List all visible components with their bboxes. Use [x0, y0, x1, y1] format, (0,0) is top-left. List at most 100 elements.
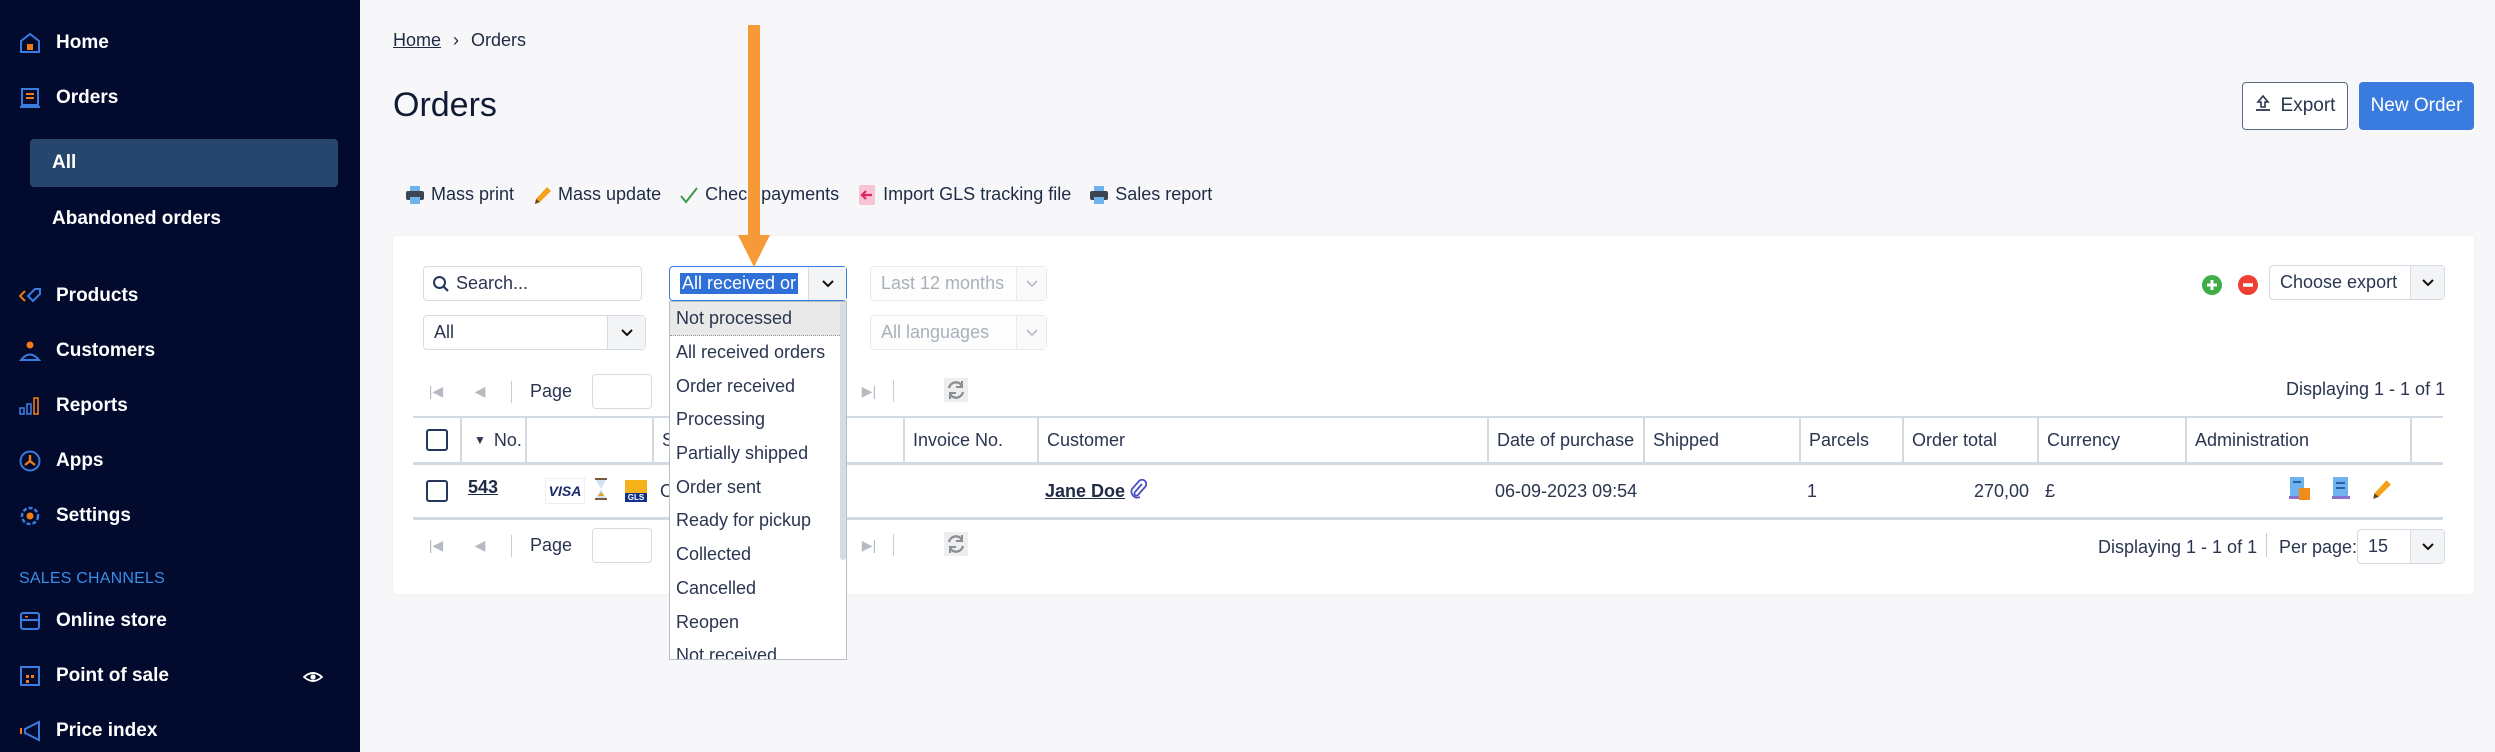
status-option[interactable]: Processing [670, 403, 846, 437]
chevron-down-icon [1016, 316, 1046, 349]
action-toolbar: Mass print Mass update Check payments Im… [405, 184, 1212, 205]
column-label: Shipped [1653, 429, 1720, 450]
customer-link[interactable]: Jane Doe [1045, 481, 1125, 502]
language-filter-select[interactable]: All languages [870, 315, 1047, 350]
column-header-customer[interactable]: Customer [1037, 418, 1487, 462]
sidebar-subitem-abandoned-orders[interactable]: Abandoned orders [30, 195, 338, 243]
edit-pencil-icon[interactable] [2370, 478, 2392, 505]
sidebar-item-home[interactable]: Home [18, 23, 109, 63]
status-option[interactable]: Partially shipped [670, 437, 846, 471]
row-checkbox-cell [413, 465, 460, 517]
status-option[interactable]: All received orders [670, 336, 846, 370]
first-page-icon[interactable]: |◀ [423, 533, 449, 559]
pager-divider [893, 534, 894, 556]
sidebar-item-customers[interactable]: Customers [18, 331, 155, 371]
sidebar-item-point-of-sale[interactable]: Point of sale [18, 656, 169, 696]
per-page-select[interactable]: 15 [2357, 529, 2445, 564]
sidebar-item-label: Price index [56, 720, 158, 741]
pencil-icon [532, 185, 552, 205]
choose-export-select[interactable]: Choose export [2269, 265, 2445, 300]
period-filter-select[interactable]: Last 12 months [870, 266, 1047, 301]
eye-icon[interactable] [302, 667, 324, 687]
sidebar-subitem-label: Abandoned orders [52, 208, 221, 229]
order-number-link[interactable]: 543 [468, 477, 498, 498]
status-filter-select[interactable]: All received or [669, 266, 847, 301]
sidebar-item-online-store[interactable]: Online store [18, 601, 167, 641]
export-button-label: Export [2280, 95, 2336, 116]
sidebar-item-label: Apps [56, 450, 104, 471]
per-page-value: 15 [2368, 536, 2389, 556]
column-header-currency[interactable]: Currency [2037, 418, 2185, 462]
select-all-checkbox[interactable] [425, 429, 448, 451]
add-export-icon[interactable] [2201, 274, 2223, 301]
breadcrumb-home-link[interactable]: Home [393, 30, 441, 51]
refresh-icon[interactable] [944, 532, 968, 561]
choose-export-value: Choose export [2280, 272, 2398, 292]
search-input[interactable]: Search... [423, 266, 642, 301]
page-number-input[interactable] [592, 374, 653, 409]
chevron-down-icon[interactable] [607, 316, 645, 349]
prev-page-icon[interactable]: ◀ [467, 533, 493, 559]
last-page-icon[interactable]: ▶| [856, 378, 882, 404]
chevron-down-icon[interactable] [2410, 530, 2444, 563]
sales-report-action[interactable]: Sales report [1089, 184, 1212, 205]
first-page-icon[interactable]: |◀ [423, 379, 449, 405]
action-label: Mass print [431, 184, 515, 204]
sidebar-item-apps[interactable]: Apps [18, 441, 104, 481]
row-checkbox[interactable] [425, 480, 448, 502]
sidebar-item-price-index[interactable]: Price index [18, 711, 157, 751]
column-header-invoice-no[interactable]: Invoice No. [903, 418, 1037, 462]
column-header-icons [525, 418, 652, 462]
status-option[interactable]: Cancelled [670, 572, 846, 606]
packing-slip-icon[interactable] [2288, 476, 2312, 507]
status-option[interactable]: Ready for pickup [670, 504, 846, 538]
sidebar-item-orders[interactable]: Orders [18, 78, 118, 118]
export-button[interactable]: Export [2242, 82, 2348, 130]
status-option[interactable]: Reopen [670, 605, 846, 639]
order-total-cell: 270,00 [1973, 480, 2029, 501]
sidebar-subitem-all[interactable]: All [30, 139, 338, 187]
status-option[interactable]: Not received [670, 639, 846, 659]
type-filter-select[interactable]: All [423, 315, 646, 350]
column-header-date[interactable]: Date of purchase [1487, 418, 1643, 462]
invoice-icon[interactable] [2330, 476, 2352, 507]
page-number-input[interactable] [592, 528, 653, 563]
status-option[interactable]: Order sent [670, 470, 846, 504]
column-label: Currency [2047, 429, 2121, 450]
status-option[interactable]: Order received [670, 369, 846, 403]
sidebar-item-reports[interactable]: Reports [18, 386, 128, 426]
sidebar-item-settings[interactable]: Settings [18, 496, 131, 536]
prev-page-icon[interactable]: ◀ [467, 379, 493, 405]
dropdown-scrollbar[interactable] [840, 302, 846, 560]
mass-print-action[interactable]: Mass print [405, 184, 514, 205]
sidebar-item-products[interactable]: Products [18, 276, 138, 316]
annotation-arrow-shaft [748, 25, 760, 240]
chevron-down-icon[interactable] [808, 267, 846, 300]
status-dropdown-list[interactable]: Not processed All received orders Order … [669, 301, 847, 660]
import-gls-action[interactable]: Import GLS tracking file [857, 184, 1071, 205]
printer-icon [1089, 185, 1109, 205]
refresh-icon[interactable] [944, 378, 968, 407]
column-header-shipped[interactable]: Shipped [1643, 418, 1799, 462]
top-pager: |◀ ◀ Page [423, 374, 653, 409]
status-filter-value: All received or [680, 273, 799, 294]
action-label: Mass update [558, 184, 662, 204]
customer-cell: Jane Doe [1037, 465, 1487, 517]
column-header-no[interactable]: ▼ No. [460, 418, 525, 462]
column-header-order-total[interactable]: Order total [1902, 418, 2037, 462]
status-option[interactable]: Not processed [670, 302, 846, 336]
orders-icon [18, 86, 42, 110]
mass-update-action[interactable]: Mass update [532, 184, 661, 205]
status-option[interactable]: Collected [670, 538, 846, 572]
new-order-button[interactable]: New Order [2359, 82, 2474, 130]
column-header-parcels[interactable]: Parcels [1799, 418, 1902, 462]
pager-divider [511, 380, 512, 403]
sidebar-item-label: Point of sale [56, 665, 169, 686]
visa-icon: VISA [545, 478, 585, 504]
last-page-icon[interactable]: ▶| [856, 532, 882, 558]
period-filter-value: Last 12 months [881, 273, 1005, 293]
remove-export-icon[interactable] [2237, 274, 2259, 301]
sidebar-item-label: Settings [56, 505, 131, 526]
chevron-down-icon[interactable] [2410, 266, 2444, 299]
search-placeholder: Search... [456, 273, 529, 293]
